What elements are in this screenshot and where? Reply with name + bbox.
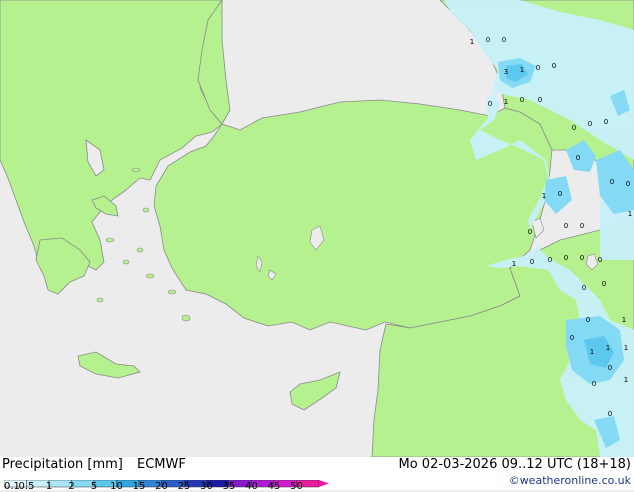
scale-tick-label: 25 xyxy=(177,481,191,492)
scale-tick-label: 1 xyxy=(45,481,53,492)
map-label: 0 xyxy=(488,100,492,108)
legend-footer: Precipitation [mm] ECMWF Mo 02-03-2026 0… xyxy=(0,457,634,492)
map-label: 1 xyxy=(504,98,508,106)
map-label: 0 xyxy=(538,96,542,104)
map-label: 0 xyxy=(564,254,568,262)
map-label: 1 xyxy=(470,38,474,46)
map-label: 0 xyxy=(528,228,532,236)
map-label: 0 xyxy=(580,254,584,262)
scale-tick-label: 30 xyxy=(200,481,213,492)
scale-tick-label: 2 xyxy=(68,481,75,492)
map-label: 0 xyxy=(530,258,534,266)
scale-tick-label: 45 xyxy=(267,481,281,492)
scale-tick-label: 0.1 xyxy=(4,481,20,492)
color-scale: 0.1 0.5 1 2 5 10 15 20 25 30 35 40 45 50 xyxy=(3,473,334,492)
map-label: 0 xyxy=(608,364,612,372)
scale-tick-label: 40 xyxy=(245,481,258,492)
map-label: 1 xyxy=(520,66,524,74)
precipitation-map: 1 0 0 3 1 0 0 0 1 0 0 0 0 0 0 0 0 0 1 1 … xyxy=(0,0,634,458)
map-label: 0 xyxy=(486,36,490,44)
map-label: 0 xyxy=(608,410,612,418)
map-label: 0 xyxy=(570,334,574,342)
map-label: 0 xyxy=(582,284,586,292)
map-label: 0 xyxy=(588,120,592,128)
scale-tick-label: 20 xyxy=(155,481,168,492)
map-label: 1 xyxy=(628,210,632,218)
scale-tick-label: 35 xyxy=(222,481,236,492)
map-label: 0 xyxy=(552,62,556,70)
map-label: 0 xyxy=(572,124,576,132)
map-label: 0 xyxy=(580,222,584,230)
map-label: 0 xyxy=(536,64,540,72)
scale-tick-label: 10 xyxy=(110,481,123,492)
map-label: 1 xyxy=(622,316,626,324)
map-label: 0 xyxy=(604,118,608,126)
map-label: 0 xyxy=(548,256,552,264)
map-label: 0 xyxy=(610,178,614,186)
map-label: 1 xyxy=(512,260,516,268)
map-label: 1 xyxy=(624,344,628,352)
map-label: 0 xyxy=(564,222,568,230)
map-label: 0 xyxy=(602,280,606,288)
map-label: 0 xyxy=(558,190,562,198)
legend-title: Precipitation [mm] xyxy=(2,457,123,472)
scale-tick-label: 5 xyxy=(90,481,98,492)
scale-arrow xyxy=(319,480,329,487)
map-label: 1 xyxy=(590,348,594,356)
map-label: 0 xyxy=(576,154,580,162)
map-label: 1 xyxy=(624,376,628,384)
scale-tick-label: 0.5 xyxy=(18,481,35,492)
scale-tick-label: 50 xyxy=(290,481,303,492)
map-label: 0 xyxy=(586,316,590,324)
map-label: 0 xyxy=(598,256,602,264)
map-label: 0 xyxy=(592,380,596,388)
map-label: 0 xyxy=(502,36,506,44)
map-label: 1 xyxy=(542,192,546,200)
credit-link[interactable]: ©weatheronline.co.uk xyxy=(509,474,631,487)
map-label: 1 xyxy=(606,344,610,352)
valid-time: Mo 02-03-2026 09..12 UTC (18+18) xyxy=(398,457,632,472)
map-label: 0 xyxy=(626,180,630,188)
scale-tick-label: 15 xyxy=(132,481,146,492)
color-scale-bar xyxy=(3,479,329,488)
model-name: ECMWF xyxy=(137,457,186,472)
map-label: 3 xyxy=(504,68,508,76)
map-label: 0 xyxy=(520,96,524,104)
